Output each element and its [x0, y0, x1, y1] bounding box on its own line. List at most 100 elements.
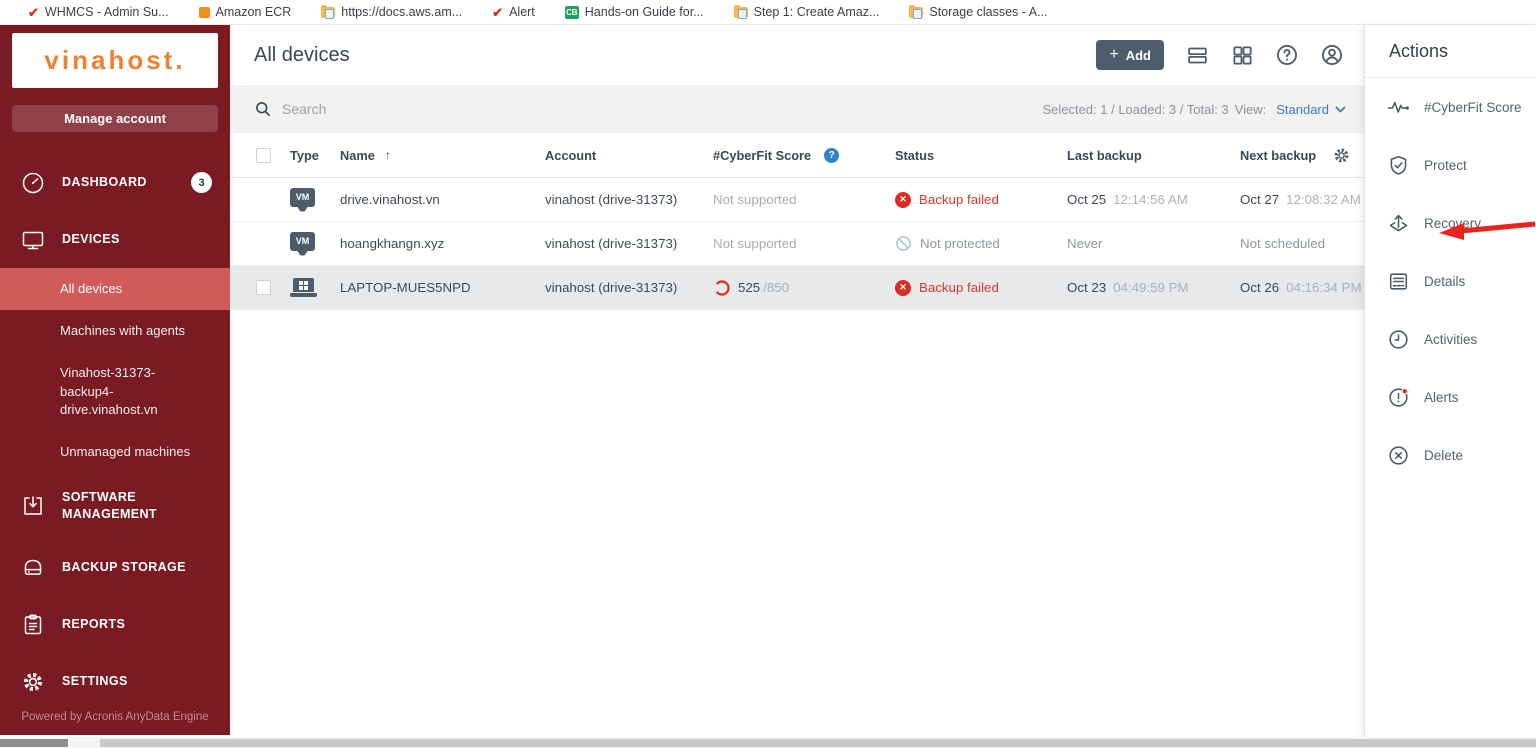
error-status-icon: ✕: [895, 279, 911, 296]
scrollbar-thumb[interactable]: [0, 739, 68, 747]
not-protected-icon: [896, 236, 911, 251]
logo-text: vinahost.: [44, 45, 186, 75]
bookmark-label: https://docs.aws.am...: [341, 5, 463, 19]
toolbar-right: Selected: 1 / Loaded: 3 / Total: 3 View:…: [1042, 102, 1346, 117]
column-header-status[interactable]: Status: [895, 148, 1067, 163]
table-row[interactable]: VM drive.vinahost.vn vinahost (drive-313…: [230, 178, 1364, 222]
sidebar-item-settings[interactable]: SETTINGS: [0, 653, 230, 710]
column-header-type[interactable]: Type: [290, 148, 340, 163]
bookmark-label: Amazon ECR: [215, 5, 292, 19]
list-view-icon: [1187, 47, 1207, 63]
search-input[interactable]: [282, 101, 602, 117]
list-view-button[interactable]: [1185, 43, 1209, 67]
sidebar-item-reports[interactable]: REPORTS: [0, 596, 230, 653]
bookmark-step1-create[interactable]: Step 1: Create Amaz...: [733, 4, 880, 19]
sidebar: vinahost. Manage account DASHBOARD 3 DEV…: [0, 25, 230, 735]
action-delete[interactable]: Delete: [1365, 426, 1536, 484]
bookmark-label: Step 1: Create Amaz...: [753, 5, 880, 19]
sidebar-item-all-devices[interactable]: All devices: [0, 268, 230, 311]
help-button[interactable]: [1275, 43, 1299, 67]
column-header-account[interactable]: Account: [545, 148, 713, 163]
sidebar-item-devices[interactable]: DEVICES: [0, 211, 230, 268]
folder-icon: [321, 4, 336, 19]
add-button[interactable]: + Add: [1096, 40, 1164, 70]
grid-view-button[interactable]: [1230, 43, 1254, 67]
table-row[interactable]: VM hoangkhangn.xyz vinahost (drive-31373…: [230, 222, 1364, 266]
check-icon: ✔: [28, 4, 39, 20]
action-cyberfit-score[interactable]: #CyberFit Score: [1365, 78, 1536, 136]
bookmark-whmcs[interactable]: ✔ WHMCS - Admin Su...: [28, 5, 169, 19]
bookmark-label: Storage classes - A...: [929, 5, 1048, 19]
main-header: All devices + Add: [230, 25, 1364, 85]
bookmark-aws-docs[interactable]: https://docs.aws.am...: [321, 4, 463, 19]
manage-account-button[interactable]: Manage account: [12, 105, 218, 132]
action-label: Recovery: [1424, 215, 1482, 231]
row-checkbox[interactable]: [256, 280, 271, 295]
column-header-name[interactable]: Name ↑: [340, 148, 545, 163]
details-icon: [1389, 272, 1408, 290]
column-header-next-backup[interactable]: Next backup: [1240, 146, 1364, 165]
horizontal-scrollbar: [0, 737, 1536, 748]
column-header-label: Next backup: [1240, 147, 1317, 163]
sidebar-item-machines-with-agents[interactable]: Machines with agents: [0, 310, 230, 352]
bookmark-hands-on-guide[interactable]: CB Hands-on Guide for...: [564, 5, 704, 19]
vinahost-logo[interactable]: vinahost.: [12, 33, 218, 88]
next-backup-date: Oct 27: [1240, 192, 1280, 207]
device-name: hoangkhangn.xyz: [340, 236, 445, 251]
search-wrap: [254, 100, 1042, 118]
next-backup-text: Not scheduled: [1240, 236, 1326, 251]
column-header-cyberfit[interactable]: #CyberFit Score ?: [713, 147, 895, 163]
sidebar-item-vinahost-backup[interactable]: Vinahost-31373-backup4-drive.vinahost.vn: [0, 352, 215, 431]
sort-asc-icon: ↑: [384, 148, 391, 162]
bookmark-amazon-ecr[interactable]: Amazon ECR: [198, 5, 292, 19]
folder-icon: [909, 4, 924, 19]
table-row[interactable]: LAPTOP-MUES5NPD vinahost (drive-31373) 5…: [230, 266, 1364, 310]
dashboard-badge: 3: [191, 172, 212, 193]
action-activities[interactable]: Activities: [1365, 310, 1536, 368]
cyberfit-help-icon[interactable]: ?: [824, 147, 840, 163]
select-all-checkbox[interactable]: [256, 147, 271, 163]
column-header-last-backup[interactable]: Last backup: [1067, 148, 1240, 163]
action-details[interactable]: Details: [1365, 252, 1536, 310]
sidebar-item-label: REPORTS: [62, 617, 126, 632]
action-recovery[interactable]: Recovery: [1365, 194, 1536, 252]
sidebar-item-dashboard[interactable]: DASHBOARD 3: [0, 154, 230, 211]
action-protect[interactable]: Protect: [1365, 136, 1536, 194]
cyberfit-value: Not supported: [713, 236, 797, 251]
column-settings-button[interactable]: [1332, 146, 1351, 165]
add-button-label: Add: [1125, 47, 1151, 63]
delete-icon: [1389, 445, 1408, 465]
device-name: drive.vinahost.vn: [340, 192, 440, 207]
cyberfit-gauge-icon: [714, 279, 730, 296]
next-backup-time: 04:16:34 PM: [1286, 280, 1362, 295]
main-content: All devices + Add Selected: [230, 25, 1364, 737]
devices-subnav: All devices Machines with agents Vinahos…: [0, 268, 230, 473]
shield-check-icon: [1390, 155, 1407, 175]
folder-icon: [733, 4, 748, 19]
view-value: Standard: [1276, 101, 1329, 117]
view-select[interactable]: Standard: [1276, 102, 1346, 117]
gear-icon: [20, 669, 46, 695]
actions-panel-title: Actions: [1365, 25, 1536, 78]
scrollbar-thumb[interactable]: [100, 739, 1536, 747]
sidebar-item-backup-storage[interactable]: BACKUP STORAGE: [0, 539, 230, 596]
device-name: LAPTOP-MUES5NPD: [340, 280, 471, 295]
vm-icon: VM: [290, 187, 315, 212]
sidebar-item-unmanaged-machines[interactable]: Unmanaged machines: [0, 431, 230, 473]
cyberfit-score: 525: [738, 280, 761, 295]
table-header: Type Name ↑ Account #CyberFit Score ? St…: [230, 133, 1364, 178]
device-account: vinahost (drive-31373): [545, 236, 678, 251]
pulse-icon: [1387, 101, 1409, 113]
chevron-down-icon: [1335, 106, 1346, 112]
bookmark-storage-classes[interactable]: Storage classes - A...: [909, 4, 1048, 19]
last-backup-time: 12:14:56 AM: [1113, 192, 1188, 207]
sidebar-item-software-management[interactable]: SOFTWARE MANAGEMENT: [0, 473, 230, 539]
action-alerts[interactable]: Alerts: [1365, 368, 1536, 426]
bookmark-alert[interactable]: ✔ Alert: [492, 5, 535, 19]
account-button[interactable]: [1320, 43, 1344, 67]
view-label: View:: [1234, 101, 1267, 117]
status-text: Not protected: [920, 236, 1000, 251]
column-header-label: Name: [340, 147, 375, 163]
bookmark-label: WHMCS - Admin Su...: [44, 5, 169, 19]
help-icon: [1277, 45, 1297, 65]
